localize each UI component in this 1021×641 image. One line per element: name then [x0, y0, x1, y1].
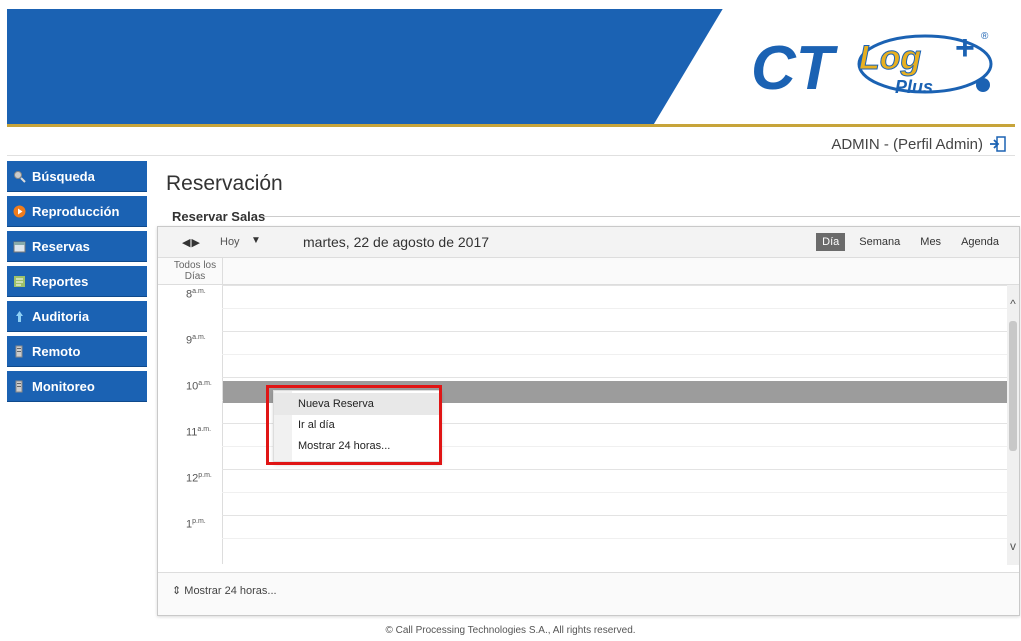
chevron-down-icon[interactable]: v: [1007, 539, 1019, 555]
chevron-up-icon[interactable]: ^: [1007, 297, 1019, 313]
search-icon: [14, 170, 26, 183]
sidebar-item-label: Remoto: [32, 343, 81, 359]
sidebar-item-label: Búsqueda: [32, 168, 95, 184]
monitor-icon: [15, 380, 23, 392]
show-24-hours-button[interactable]: ⇕ Mostrar 24 horas...: [172, 584, 277, 597]
scheduler-toolbar: ◀▶ Hoy ▼ martes, 22 de agosto de 2017 Dí…: [158, 227, 1019, 258]
caret-down-icon[interactable]: ▼: [251, 235, 261, 246]
audit-icon: [16, 310, 23, 322]
hour-line: [222, 331, 1007, 332]
svg-text:+: +: [955, 29, 975, 67]
current-date: martes, 22 de agosto de 2017: [303, 234, 490, 250]
sidebar-item-label: Auditoria: [32, 308, 90, 324]
page-title: Reservación: [166, 172, 283, 195]
today-button[interactable]: Hoy: [220, 236, 240, 248]
sidebar-item-label: Monitoreo: [32, 378, 95, 394]
updown-icon: ⇕: [172, 585, 185, 597]
user-label: ADMIN - (Perfil Admin): [831, 135, 983, 153]
hour-label: 9a.m.: [186, 334, 206, 347]
section-divider: [262, 216, 1020, 217]
scrollbar-thumb[interactable]: [1009, 321, 1017, 451]
header-divider: [7, 155, 1015, 156]
hour-row[interactable]: 8a.m.: [158, 285, 1019, 331]
remote-icon: [15, 345, 23, 357]
play-icon: [13, 205, 26, 217]
app-header: CT Log Plus + ®: [7, 9, 1015, 127]
svg-text:Plus: Plus: [895, 77, 933, 97]
hour-line: [222, 469, 1007, 470]
scheduler-footer: ⇕ Mostrar 24 horas...: [158, 572, 1019, 615]
hour-label: 8a.m.: [186, 288, 206, 301]
view-month-button[interactable]: Mes: [914, 233, 947, 251]
calendar-icon: [13, 241, 26, 252]
prev-next-arrows-icon[interactable]: ◀▶: [182, 236, 201, 249]
half-hour-line: [222, 492, 1007, 493]
allday-label: Todos los Días: [173, 260, 217, 282]
hour-line: [222, 515, 1007, 516]
sidebar-item-monitoreo[interactable]: Monitoreo: [7, 371, 147, 402]
hour-label: 1p.m.: [186, 518, 206, 531]
hour-row[interactable]: 9a.m.: [158, 331, 1019, 377]
header-gold-line: [7, 124, 1015, 127]
svg-text:®: ®: [981, 31, 989, 42]
view-week-button[interactable]: Semana: [853, 233, 906, 251]
annotation-highlight-box: [266, 385, 442, 465]
logout-icon[interactable]: [989, 135, 1007, 153]
hour-label: 10a.m.: [186, 380, 212, 393]
sidebar-item-reproduccion[interactable]: Reproducción: [7, 196, 147, 227]
allday-row[interactable]: Todos los Días: [158, 258, 1019, 285]
report-icon: [14, 275, 25, 287]
section-title: Reservar Salas: [172, 209, 266, 224]
ct-log-plus-logo: CT Log Plus + ®: [743, 19, 1003, 109]
sidebar-item-label: Reproducción: [32, 203, 120, 219]
svg-text:Log: Log: [859, 39, 922, 77]
sidebar-item-label: Reportes: [32, 273, 89, 289]
hour-label: 12p.m.: [186, 472, 212, 485]
sidebar: Búsqueda Reproducción Reservas Reportes …: [7, 161, 147, 406]
svg-text:CT: CT: [751, 34, 839, 103]
sidebar-item-reportes[interactable]: Reportes: [7, 266, 147, 297]
sidebar-item-auditoria[interactable]: Auditoria: [7, 301, 147, 332]
view-day-button[interactable]: Día: [816, 233, 846, 251]
hour-line: [222, 377, 1007, 378]
user-profile: ADMIN - (Perfil Admin): [831, 135, 1007, 153]
sidebar-item-busqueda[interactable]: Búsqueda: [7, 161, 147, 192]
hour-label: 11a.m.: [186, 426, 212, 439]
hour-row[interactable]: 1p.m.: [158, 515, 1019, 561]
sidebar-item-remoto[interactable]: Remoto: [7, 336, 147, 367]
sidebar-item-reservas[interactable]: Reservas: [7, 231, 147, 262]
half-hour-line: [222, 354, 1007, 355]
hour-row[interactable]: 12p.m.: [158, 469, 1019, 515]
half-hour-line: [222, 538, 1007, 539]
half-hour-line: [222, 308, 1007, 309]
view-switcher: Día Semana Mes Agenda: [816, 233, 1005, 251]
view-agenda-button[interactable]: Agenda: [955, 233, 1005, 251]
hour-line: [222, 285, 1007, 286]
sidebar-item-label: Reservas: [32, 238, 90, 254]
copyright-footer: © Call Processing Technologies S.A., All…: [385, 625, 636, 636]
